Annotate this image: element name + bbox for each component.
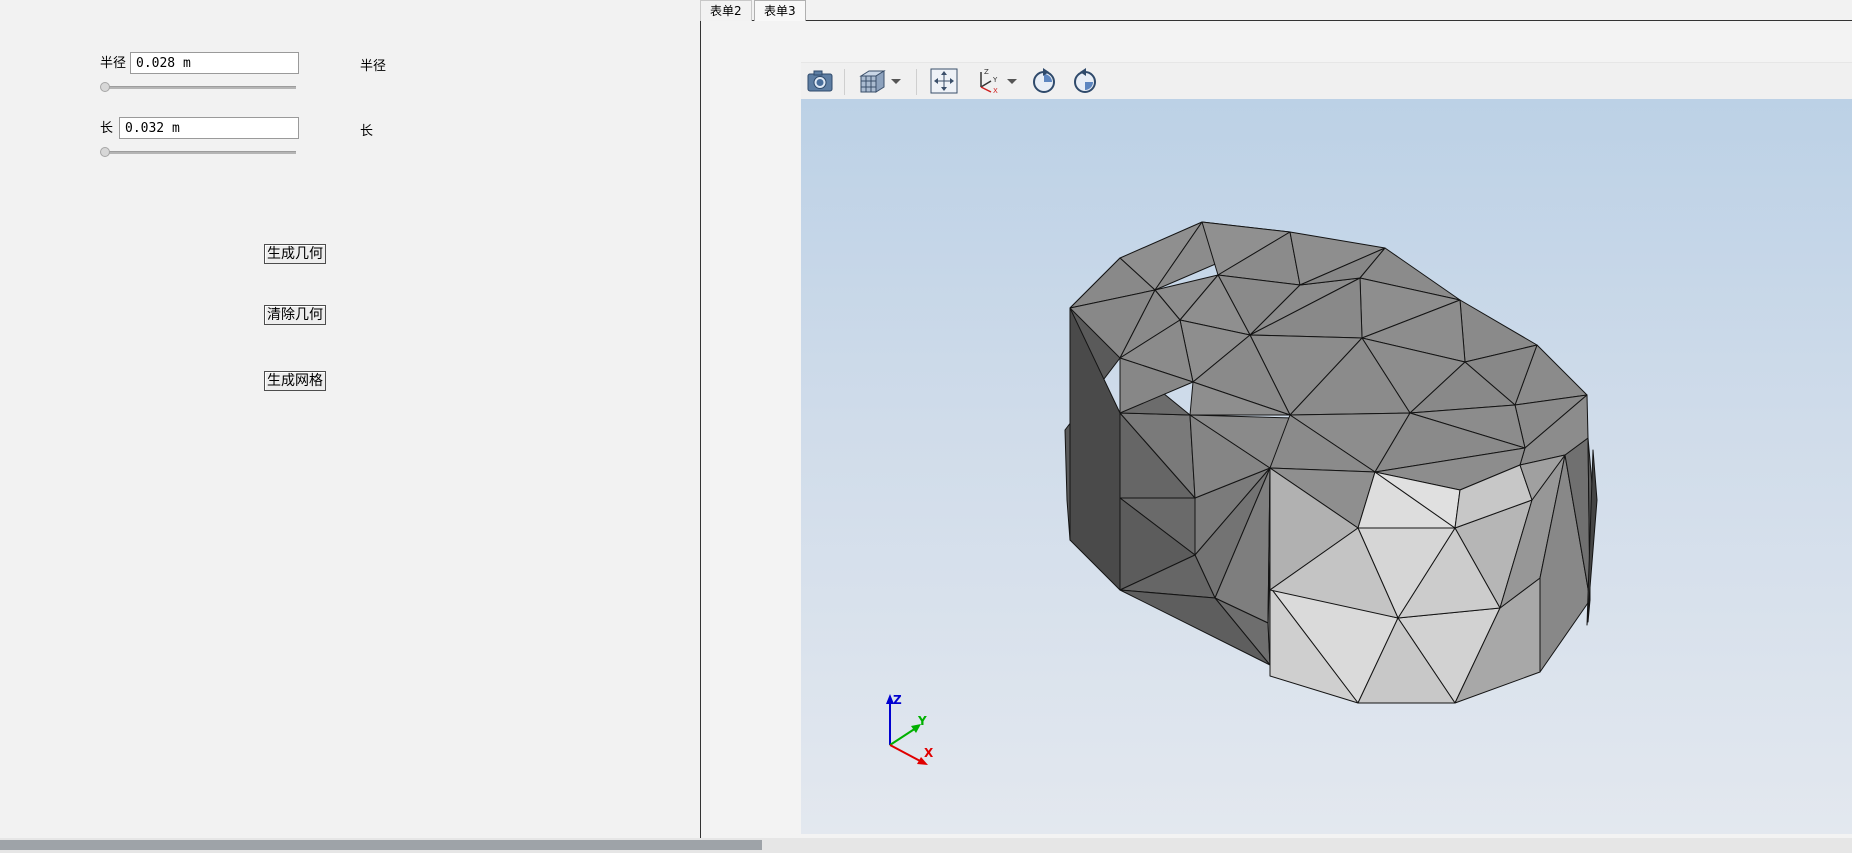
viewer-toolbar: Z Y X [801,62,1852,101]
generate-mesh-button[interactable]: 生成网格 [264,371,326,391]
svg-text:Y: Y [992,76,998,84]
x-axis-line [889,744,923,763]
axes-dropdown-arrow-icon[interactable] [1006,67,1018,95]
y-axis-line [889,727,917,746]
svg-text:Z: Z [984,68,989,76]
x-axis-label: X [924,746,934,760]
toolbar-separator [844,69,845,95]
radius-side-label: 半径 [360,59,387,74]
toolbar-separator [916,69,917,95]
horizontal-scrollbar[interactable] [0,838,1852,853]
3d-viewport[interactable]: Z Y X [801,99,1852,834]
svg-text:X: X [993,87,998,95]
radius-slider-track[interactable] [103,86,296,89]
length-input[interactable] [119,117,299,139]
fit-view-icon[interactable] [929,67,959,95]
view-cube-icon[interactable] [857,67,887,95]
axes-triad: Z Y X [886,693,934,765]
horizontal-scrollbar-thumb[interactable] [0,840,762,850]
generate-geometry-button[interactable]: 生成几何 [264,244,326,264]
tab-form2-label: 表单2 [710,4,742,18]
tab-form3-label: 表单3 [764,4,796,18]
length-slider-handle[interactable] [100,147,110,157]
rotate-clockwise-icon[interactable] [1029,67,1059,95]
length-label: 长 [100,121,114,136]
y-axis-label: Y [917,714,927,728]
mesh-model: Z Y X [886,221,1598,765]
radius-label: 半径 [100,56,127,71]
view-dropdown-arrow-icon[interactable] [890,67,902,95]
axes-orientation-icon[interactable]: Z Y X [973,67,1003,95]
clear-geometry-button[interactable]: 清除几何 [264,305,326,325]
rotate-counterclockwise-icon[interactable] [1070,67,1100,95]
radius-input[interactable] [130,52,299,74]
tab-form2[interactable]: 表单2 [700,0,752,21]
z-axis-label: Z [893,693,902,707]
camera-icon[interactable] [805,67,835,95]
length-side-label: 长 [360,124,374,139]
length-slider-track[interactable] [103,151,296,154]
tab-form3[interactable]: 表单3 [754,0,806,21]
radius-slider-handle[interactable] [100,82,110,92]
